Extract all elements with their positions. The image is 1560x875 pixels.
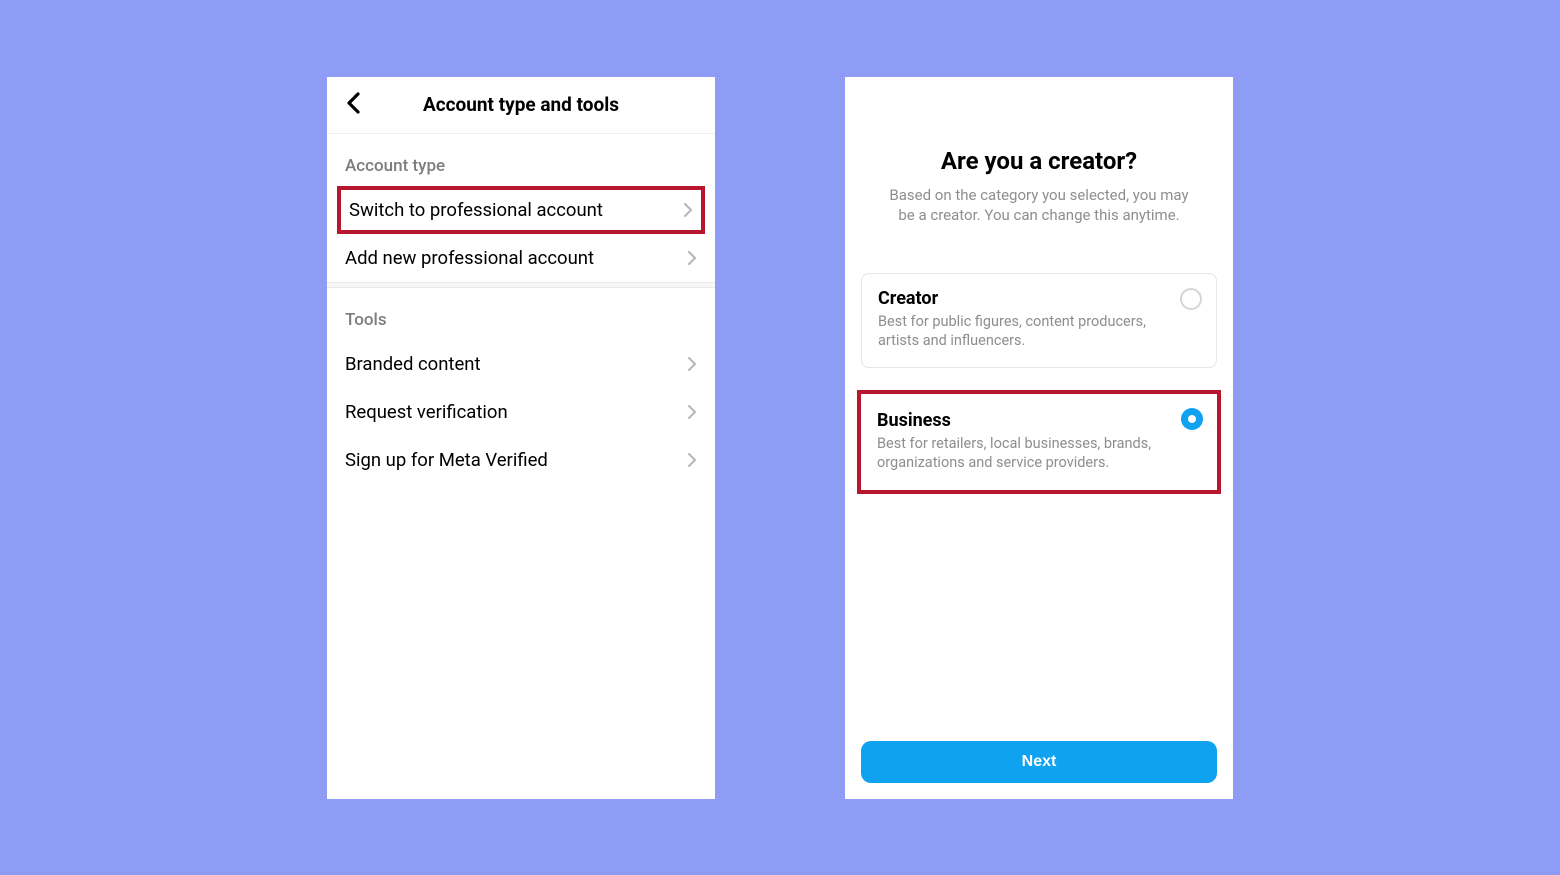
chevron-left-icon [346,92,360,118]
row-label: Switch to professional account [349,199,603,221]
header-bar: Account type and tools [327,77,715,134]
section-label-tools: Tools [327,288,715,340]
row-request-verification[interactable]: Request verification [327,388,715,436]
page-title: Account type and tools [327,93,715,116]
option-title: Business [877,410,1201,431]
chevron-right-icon [687,404,697,420]
row-label: Add new professional account [345,247,594,269]
chevron-right-icon [687,250,697,266]
row-label: Sign up for Meta Verified [345,449,548,471]
row-label: Request verification [345,401,508,423]
next-button[interactable]: Next [861,741,1217,783]
screen-subtitle: Based on the category you selected, you … [861,185,1217,226]
back-button[interactable] [341,93,365,117]
row-branded-content[interactable]: Branded content [327,340,715,388]
row-switch-professional[interactable]: Switch to professional account [337,186,705,234]
section-label-account-type: Account type [327,134,715,186]
option-desc: Best for public figures, content produce… [878,313,1200,351]
chevron-right-icon [687,356,697,372]
option-list: Creator Best for public figures, content… [861,273,1217,494]
option-title: Creator [878,288,1200,309]
row-meta-verified[interactable]: Sign up for Meta Verified [327,436,715,484]
option-business[interactable]: Business Best for retailers, local busin… [857,390,1221,495]
row-label: Branded content [345,353,481,375]
chevron-right-icon [687,452,697,468]
content-area: Are you a creator? Based on the category… [845,77,1233,741]
option-creator[interactable]: Creator Best for public figures, content… [861,273,1217,368]
option-desc: Best for retailers, local businesses, br… [877,435,1201,473]
screen-title: Are you a creator? [861,147,1217,175]
creator-type-screen: Are you a creator? Based on the category… [845,77,1233,799]
settings-screen: Account type and tools Account type Swit… [327,77,715,799]
row-add-professional[interactable]: Add new professional account [327,234,715,282]
radio-selected-icon[interactable] [1181,408,1203,430]
chevron-right-icon [683,202,693,218]
radio-unselected-icon[interactable] [1180,288,1202,310]
next-button-label: Next [1022,753,1057,771]
footer: Next [845,741,1233,799]
heading-area: Are you a creator? Based on the category… [861,77,1217,226]
